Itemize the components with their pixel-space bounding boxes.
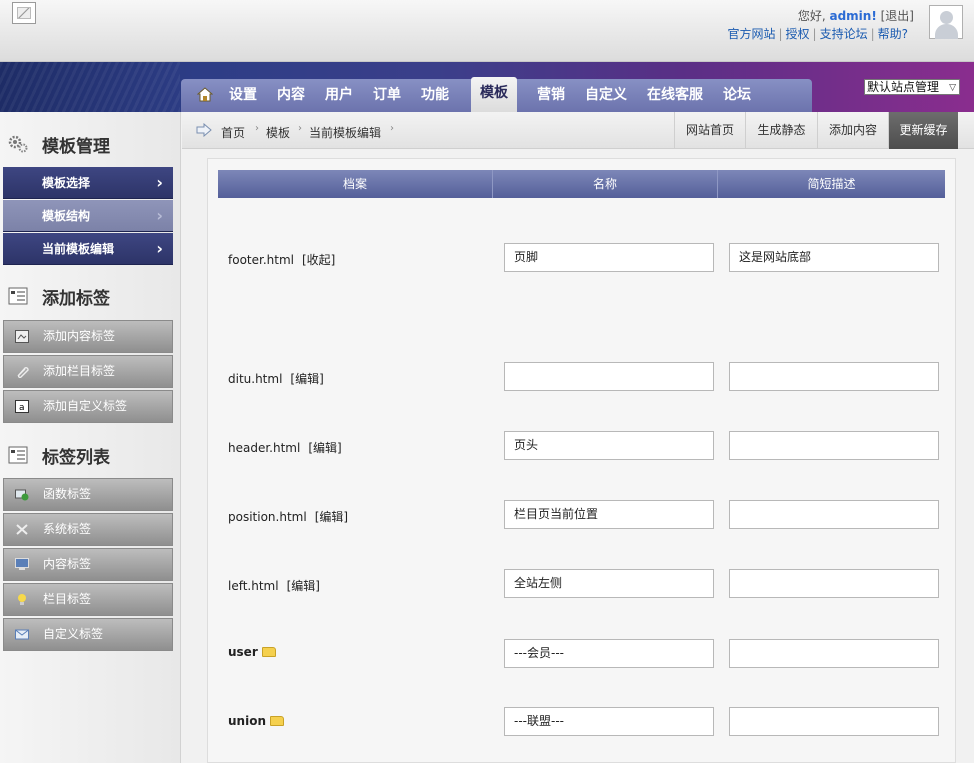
gears-icon	[8, 135, 28, 153]
lightbulb-icon	[18, 594, 26, 605]
table-header: 档案 名称 简短描述	[218, 170, 945, 198]
logo-image	[12, 2, 36, 24]
logout-link[interactable]: [退出]	[881, 9, 914, 23]
table-row-file: position.html [编辑]	[228, 510, 349, 524]
collapse-link[interactable]: [收起]	[302, 253, 335, 267]
nav-orders[interactable]: 订单	[373, 79, 401, 112]
top-links: 官方网站 | 授权 | 支持论坛 | 帮助?	[727, 27, 908, 41]
generate-static-button[interactable]: 生成静态	[745, 112, 817, 149]
description-field[interactable]	[729, 707, 939, 736]
sidebar-item-template-structure[interactable]: 模板结构 ›	[3, 200, 173, 232]
column-file: 档案	[218, 170, 493, 198]
description-field[interactable]: 这是网站底部	[729, 243, 939, 272]
monitor-icon	[15, 558, 29, 570]
edit-link[interactable]: [编辑]	[290, 372, 323, 386]
sidebar-item-function-tags[interactable]: 函数标签	[3, 478, 173, 511]
chevron-down-icon: ▽	[949, 83, 956, 93]
sidebar-item-add-content-tag[interactable]: 添加内容标签	[3, 320, 173, 353]
name-field[interactable]	[504, 362, 714, 391]
nav-tabs: 设置 内容 用户 订单 功能 模板 营销 自定义 在线客服 论坛	[181, 77, 812, 112]
site-home-button[interactable]: 网站首页	[674, 112, 745, 149]
paperclip-icon	[17, 367, 29, 378]
help-link[interactable]: 帮助?	[878, 27, 908, 41]
column-description: 简短描述	[807, 177, 856, 191]
greeting-text: 您好,	[797, 9, 826, 23]
breadcrumb-home[interactable]: 首页	[221, 124, 245, 141]
nav-online-service[interactable]: 在线客服	[647, 79, 703, 112]
site-select-value: 默认站点管理	[867, 80, 940, 94]
table-row-file: left.html [编辑]	[228, 579, 320, 593]
nav-templates[interactable]: 模板	[471, 77, 517, 112]
content-tag-icon	[15, 330, 29, 343]
avatar[interactable]	[929, 5, 963, 39]
sidebar-item-column-tags[interactable]: 栏目标签	[3, 583, 173, 616]
letter-a-icon: a	[15, 400, 29, 413]
function-tag-icon	[15, 489, 29, 501]
tools-icon	[16, 524, 28, 535]
breadcrumb: 首页 › 模板 › 当前模板编辑 › 网站首页 生成静态 添加内容 更新缓存	[182, 112, 974, 149]
name-field[interactable]: 页头	[504, 431, 714, 460]
username-link[interactable]: admin!	[829, 9, 876, 23]
column-name: 名称	[493, 170, 718, 198]
description-field[interactable]	[729, 431, 939, 460]
table-row-folder[interactable]: union	[228, 714, 284, 728]
nav-content[interactable]: 内容	[277, 79, 305, 112]
nav-custom[interactable]: 自定义	[585, 79, 627, 112]
sidebar-item-template-select[interactable]: 模板选择 ›	[3, 167, 173, 199]
top-bar: 您好, admin! [退出] 官方网站 | 授权 | 支持论坛 | 帮助?	[0, 0, 974, 62]
folder-icon	[261, 647, 276, 657]
list-icon	[8, 287, 28, 305]
main-nav: 设置 内容 用户 订单 功能 模板 营销 自定义 在线客服 论坛 默认站点管理 …	[0, 62, 974, 112]
name-field[interactable]: 全站左侧	[504, 569, 714, 598]
sidebar: 模板管理 模板选择 › 模板结构 › 当前模板编辑 › 添加标签 添加内容标签 …	[0, 112, 181, 763]
sidebar-item-content-tags[interactable]: 内容标签	[3, 548, 173, 581]
sidebar-item-current-template-edit[interactable]: 当前模板编辑 ›	[3, 233, 173, 265]
table-row-file: footer.html [收起]	[228, 253, 336, 267]
nav-users[interactable]: 用户	[325, 79, 353, 112]
name-field[interactable]: ---会员---	[504, 639, 714, 668]
edit-link[interactable]: [编辑]	[308, 441, 341, 455]
svg-text:a: a	[19, 403, 25, 413]
sidebar-item-custom-tags[interactable]: 自定义标签	[3, 618, 173, 651]
chevron-right-icon: ›	[156, 239, 163, 258]
tag-list-heading: 标签列表	[0, 436, 181, 472]
forum-support-link[interactable]: 支持论坛	[820, 27, 868, 41]
breadcrumb-templates[interactable]: 模板	[266, 124, 290, 141]
sidebar-item-add-custom-tag[interactable]: a 添加自定义标签	[3, 390, 173, 423]
name-field[interactable]: 栏目页当前位置	[504, 500, 714, 529]
folder-icon	[270, 716, 284, 726]
user-greeting: 您好, admin! [退出]	[798, 7, 914, 24]
list-icon	[8, 446, 28, 464]
official-site-link[interactable]: 官方网站	[727, 27, 775, 41]
add-tag-heading: 添加标签	[0, 277, 181, 313]
description-field[interactable]	[729, 362, 939, 391]
table-row-file: ditu.html [编辑]	[228, 372, 324, 386]
nav-marketing[interactable]: 营销	[537, 79, 565, 112]
site-select[interactable]: 默认站点管理 ▽	[864, 79, 960, 95]
description-field[interactable]	[729, 639, 939, 668]
add-content-button[interactable]: 添加内容	[817, 112, 888, 149]
nav-forum[interactable]: 论坛	[723, 79, 751, 112]
home-icon[interactable]	[197, 87, 213, 102]
nav-functions[interactable]: 功能	[421, 79, 449, 112]
template-management-heading: 模板管理	[0, 125, 181, 161]
breadcrumb-current-edit[interactable]: 当前模板编辑	[309, 124, 381, 141]
edit-link[interactable]: [编辑]	[315, 510, 348, 524]
chevron-right-icon: ›	[156, 173, 163, 192]
name-field[interactable]: ---联盟---	[504, 707, 714, 736]
sidebar-item-add-column-tag[interactable]: 添加栏目标签	[3, 355, 173, 388]
edit-link[interactable]: [编辑]	[287, 579, 320, 593]
sidebar-item-system-tags[interactable]: 系统标签	[3, 513, 173, 546]
description-field[interactable]	[729, 569, 939, 598]
nav-settings[interactable]: 设置	[229, 79, 257, 112]
envelope-icon	[15, 629, 29, 640]
update-cache-button[interactable]: 更新缓存	[888, 112, 958, 149]
arrow-right-icon	[196, 123, 212, 137]
chevron-right-icon: ›	[156, 206, 163, 225]
name-field[interactable]: 页脚	[504, 243, 714, 272]
description-field[interactable]	[729, 500, 939, 529]
table-row-file: header.html [编辑]	[228, 441, 342, 455]
license-link[interactable]: 授权	[786, 27, 810, 41]
table-row-folder[interactable]: user	[228, 645, 276, 659]
